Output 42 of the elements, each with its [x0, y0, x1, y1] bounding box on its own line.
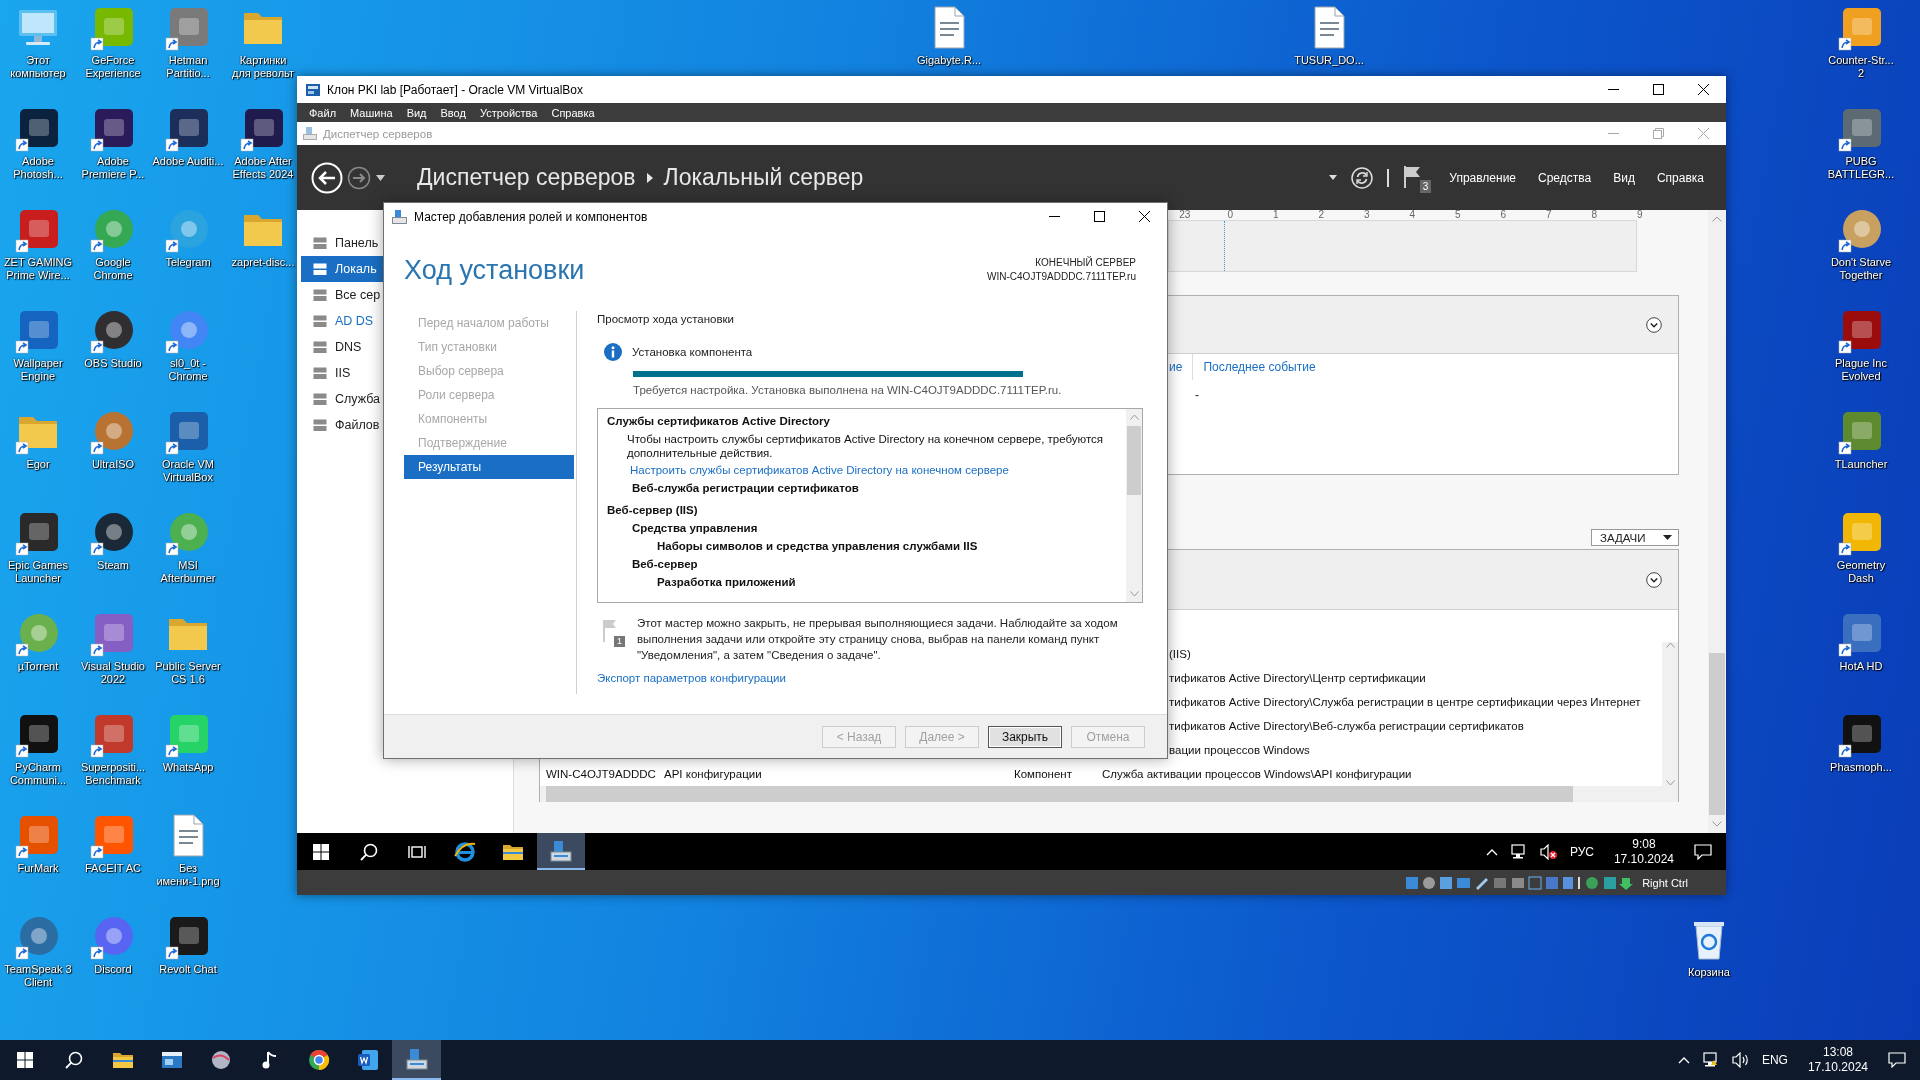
table-cell: тификатов Active Directory\Центр сертификации [1169, 672, 1426, 684]
axis-tick-label: 3 [1362, 210, 1371, 220]
table-cell-text: API конфигурации [664, 768, 763, 780]
target-server-label: КОНЕЧНЫЙ СЕРВЕР [1034, 256, 1136, 270]
notification-badge: 3 [1419, 179, 1432, 193]
result-heading: Наборы символов и средства управления службами IIS [656, 539, 979, 554]
table-cell: вации процессов Windows [1169, 744, 1310, 756]
table-cell: Служба активации процессов Windows\API конфигурации [1102, 768, 1412, 780]
axis-tick-label: 23 [1178, 210, 1192, 220]
axis-tick-label: 6 [1499, 210, 1508, 220]
axis-tick-label: 8 [1590, 210, 1599, 220]
result-heading: Службы сертификатов Active Directory [607, 414, 831, 429]
dialog-title: Мастер добавления ролей и компонентов [414, 209, 648, 224]
axis-tick-label: 9 [1635, 210, 1644, 220]
table-cell: (IIS) [1169, 648, 1191, 660]
notice-text: Этот мастер можно закрыть, не прерывая выполняющиеся задачи. Наблюдайте за ходом выполнения задачи или откройте эту страницу снова, выбрав на панели команд пункт "Уведомления", а затем "Сведения о задаче". [637, 616, 1119, 663]
result-heading: Средства управления [631, 521, 759, 536]
table-cell: - [1195, 388, 1199, 402]
table-cell: тификатов Active Directory\Веб-служба регистрации сертификатов [1169, 720, 1524, 732]
axis-tick-label: 2 [1317, 210, 1326, 220]
table-cell: тификатов Active Directory\Служба регистрации в центре сертификации через Интернет [1169, 696, 1641, 708]
page-heading: Ход установки [404, 254, 585, 286]
target-server-name: WIN-C4OJT9ADDDC.7111TEP.ru [987, 270, 1136, 284]
axis-tick-label: 7 [1544, 210, 1553, 220]
axis-tick-label: 5 [1453, 210, 1462, 220]
table-cell-text: Компонент [1014, 768, 1073, 780]
window-title: Клон PKI lab [Работает] - Oracle VM VirtualBox [327, 82, 583, 97]
notification-badge: 1 [614, 636, 625, 647]
axis-tick-label: 1 [1271, 210, 1280, 220]
status-label: Установка компонента [632, 346, 753, 358]
status-message: Требуется настройка. Установка выполнена на WIN-C4OJT9ADDDC.7111TEP.ru. [633, 384, 1063, 396]
result-heading: Веб-сервер (IIS) [607, 503, 699, 518]
host-key-label: Right Ctrl [1642, 876, 1688, 889]
table-cell-text: WIN-C4OJT9ADDDC [545, 768, 657, 780]
result-note: Чтобы настроить службы сертификатов Active Directory на конечном сервере, требуются дополнительные действия. [626, 432, 1105, 460]
result-heading: Веб-служба регистрации сертификатов [631, 481, 860, 496]
window-title: Диспетчер серверов [323, 127, 433, 140]
result-heading: Веб-сервер [631, 557, 699, 572]
axis-tick-label: 4 [1408, 210, 1417, 220]
axis-tick-label: 0 [1226, 210, 1235, 220]
result-heading: Разработка приложений [656, 575, 797, 590]
section-title: Просмотр хода установки [597, 312, 735, 327]
